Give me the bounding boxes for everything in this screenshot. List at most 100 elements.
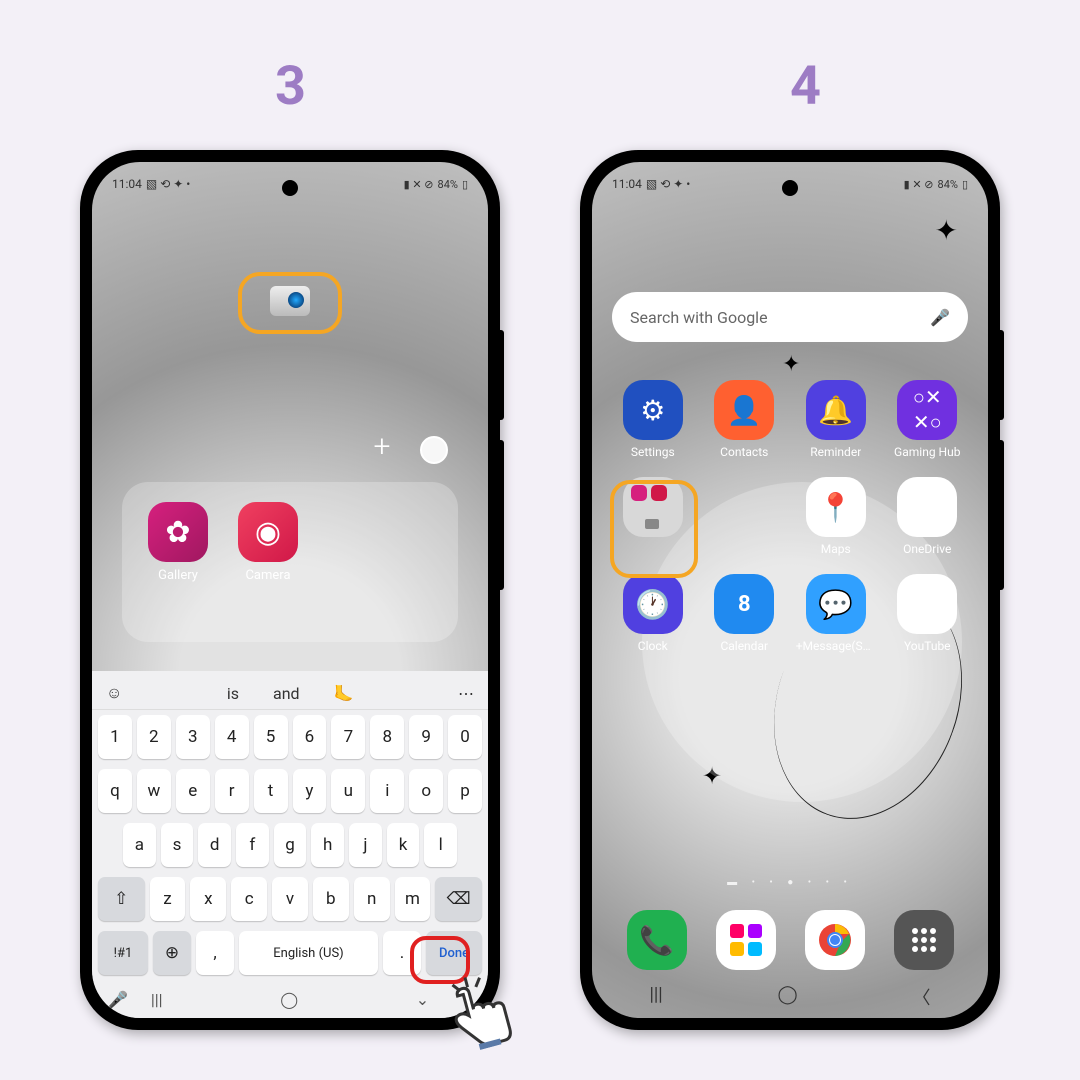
google-search-bar[interactable]: Search with Google 🎤 xyxy=(612,292,968,342)
key-f[interactable]: f xyxy=(236,823,269,867)
key-v[interactable]: v xyxy=(272,877,308,921)
dock-chrome[interactable] xyxy=(805,910,865,970)
voice-input-icon[interactable]: 🎤 xyxy=(108,990,128,1009)
key-m[interactable]: m xyxy=(395,877,431,921)
calendar-icon: 8 xyxy=(714,574,774,634)
nav-back[interactable]: 〈 xyxy=(913,984,931,1010)
nav-bar: 🎤 ||| ◯ ⌄ xyxy=(92,980,488,1018)
key-6[interactable]: 6 xyxy=(293,715,327,759)
key-g[interactable]: g xyxy=(274,823,307,867)
key-i[interactable]: i xyxy=(370,769,404,813)
key-row-qwerty: q w e r t y u i o p xyxy=(92,764,488,818)
app-message[interactable]: 💬+Message(SM... xyxy=(795,574,877,653)
app-gallery[interactable]: ✿ Gallery xyxy=(148,502,208,622)
suggestion-emoji[interactable]: 🦶 xyxy=(334,684,354,703)
app-label: Gallery xyxy=(158,568,198,583)
page-indicator[interactable]: ▬ • • ● • • • xyxy=(592,877,988,888)
camera-notch xyxy=(282,180,298,196)
key-c[interactable]: c xyxy=(231,877,267,921)
key-4[interactable]: 4 xyxy=(215,715,249,759)
backspace-key[interactable]: ⌫ xyxy=(435,877,482,921)
app-maps[interactable]: 📍Maps xyxy=(795,477,877,556)
nav-home[interactable]: ◯ xyxy=(778,984,798,1010)
key-b[interactable]: b xyxy=(313,877,349,921)
key-s[interactable]: s xyxy=(161,823,194,867)
suggestion-2[interactable]: and xyxy=(273,684,300,703)
clock-icon: 🕐 xyxy=(623,574,683,634)
app-camera[interactable]: ◉ Camera xyxy=(238,502,298,622)
dock-app-drawer[interactable] xyxy=(894,910,954,970)
space-key[interactable]: English (US) xyxy=(239,931,378,975)
app-label: Camera xyxy=(245,568,290,583)
symbols-key[interactable]: !#1 xyxy=(98,931,148,975)
key-q[interactable]: q xyxy=(98,769,132,813)
key-k[interactable]: k xyxy=(387,823,420,867)
dock-phone[interactable]: 📞 xyxy=(627,910,687,970)
nav-home[interactable]: ◯ xyxy=(280,990,298,1009)
key-y[interactable]: y xyxy=(293,769,327,813)
key-l[interactable]: l xyxy=(424,823,457,867)
key-o[interactable]: o xyxy=(409,769,443,813)
key-w[interactable]: w xyxy=(137,769,171,813)
maps-icon: 📍 xyxy=(806,477,866,537)
gaming-icon: ○✕✕○ xyxy=(897,380,957,440)
key-8[interactable]: 8 xyxy=(370,715,404,759)
app-calendar[interactable]: 8Calendar xyxy=(704,574,786,653)
app-label: Settings xyxy=(631,445,675,459)
comma-key[interactable]: , xyxy=(196,931,234,975)
onedrive-icon: ☁ xyxy=(897,477,957,537)
app-contacts[interactable]: 👤Contacts xyxy=(704,380,786,459)
app-reminder[interactable]: 🔔Reminder xyxy=(795,380,877,459)
folder-color-button[interactable] xyxy=(420,436,448,464)
highlight-new-folder xyxy=(610,480,698,578)
folder-controls: + xyxy=(364,432,448,468)
nav-recents[interactable]: ||| xyxy=(151,990,163,1009)
folder-name-edit-area[interactable] xyxy=(238,272,342,334)
camera-icon xyxy=(270,286,310,316)
add-apps-button[interactable]: + xyxy=(364,432,400,468)
key-a[interactable]: a xyxy=(123,823,156,867)
key-u[interactable]: u xyxy=(331,769,365,813)
key-d[interactable]: d xyxy=(198,823,231,867)
suggestion-bar: ☺ is and 🦶 ⋯ xyxy=(92,677,488,710)
language-key[interactable]: ⊕ xyxy=(153,931,191,975)
step-number-4: 4 xyxy=(790,55,821,118)
nav-collapse[interactable]: ⌄ xyxy=(416,990,429,1009)
key-j[interactable]: j xyxy=(349,823,382,867)
key-z[interactable]: z xyxy=(150,877,186,921)
key-7[interactable]: 7 xyxy=(331,715,365,759)
shift-key[interactable]: ⇧ xyxy=(98,877,145,921)
app-youtube[interactable]: ▶YouTube xyxy=(887,574,969,653)
key-h[interactable]: h xyxy=(311,823,344,867)
key-2[interactable]: 2 xyxy=(137,715,171,759)
key-row-asdf: a s d f g h j k l xyxy=(92,818,488,872)
key-x[interactable]: x xyxy=(190,877,226,921)
key-n[interactable]: n xyxy=(354,877,390,921)
battery-text: 84% xyxy=(938,178,958,191)
app-onedrive[interactable]: ☁ OneDrive xyxy=(887,477,969,556)
key-r[interactable]: r xyxy=(215,769,249,813)
key-0[interactable]: 0 xyxy=(448,715,482,759)
key-3[interactable]: 3 xyxy=(176,715,210,759)
suggestion-1[interactable]: is xyxy=(227,684,239,703)
key-5[interactable]: 5 xyxy=(254,715,288,759)
app-gaming-hub[interactable]: ○✕✕○Gaming Hub xyxy=(887,380,969,459)
battery-text: 84% xyxy=(438,178,458,191)
dock-samsung-apps[interactable] xyxy=(716,910,776,970)
more-icon[interactable]: ⋯ xyxy=(458,684,474,703)
key-t[interactable]: t xyxy=(254,769,288,813)
key-1[interactable]: 1 xyxy=(98,715,132,759)
app-clock[interactable]: 🕐Clock xyxy=(612,574,694,653)
nav-recents[interactable]: ||| xyxy=(649,984,662,1010)
camera-notch xyxy=(782,180,798,196)
app-label: OneDrive xyxy=(903,542,951,556)
folder-contents: ✿ Gallery ◉ Camera xyxy=(122,482,458,642)
mic-icon[interactable]: 🎤 xyxy=(930,308,950,327)
key-p[interactable]: p xyxy=(448,769,482,813)
app-settings[interactable]: ⚙Settings xyxy=(612,380,694,459)
key-9[interactable]: 9 xyxy=(409,715,443,759)
sticker-icon[interactable]: ☺ xyxy=(106,683,122,703)
message-icon: 💬 xyxy=(806,574,866,634)
key-row-zxcv: ⇧ z x c v b n m ⌫ xyxy=(92,872,488,926)
key-e[interactable]: e xyxy=(176,769,210,813)
